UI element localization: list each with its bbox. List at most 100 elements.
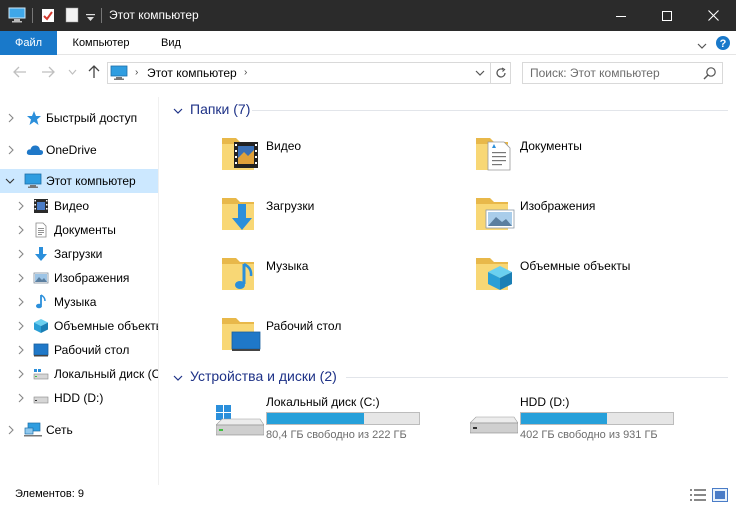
chevron-down-icon[interactable]: [173, 104, 183, 118]
drive-name: HDD (D:): [520, 395, 570, 409]
folder-item-pictures[interactable]: Изображения: [474, 190, 714, 246]
maximize-button[interactable]: [644, 0, 690, 31]
refresh-button[interactable]: [491, 62, 511, 84]
group-header-folders[interactable]: Папки (7): [168, 100, 728, 120]
close-button[interactable]: [690, 0, 736, 31]
chevron-right-icon[interactable]: [6, 424, 16, 436]
chevron-right-icon[interactable]: [16, 200, 26, 212]
minimize-icon: [616, 15, 626, 17]
tab-view[interactable]: Вид: [152, 31, 190, 55]
sidebar-item-label: Музыка: [54, 295, 97, 309]
pictures-folder-icon: [474, 190, 522, 238]
cloud-icon: [26, 142, 44, 158]
star-icon: [26, 110, 42, 126]
hdd-icon: [469, 401, 519, 441]
back-arrow-icon: [13, 66, 26, 78]
folder-item-3d-objects[interactable]: Объемные объекты: [474, 250, 714, 306]
music-icon: [33, 294, 49, 310]
folder-item-desktop[interactable]: Рабочий стол: [220, 310, 460, 366]
sidebar-item-this-pc[interactable]: Этот компьютер: [0, 169, 158, 193]
window-title: Этот компьютер: [109, 8, 199, 22]
address-dropdown-icon[interactable]: [475, 67, 485, 81]
address-bar[interactable]: › Этот компьютер ›: [107, 62, 491, 84]
chevron-right-icon[interactable]: ›: [135, 67, 138, 78]
sidebar-item-label: Этот компьютер: [46, 174, 136, 188]
chevron-right-icon[interactable]: [16, 344, 26, 356]
chevron-right-icon[interactable]: [16, 272, 26, 284]
network-icon: [24, 422, 42, 438]
chevron-down-icon[interactable]: [173, 371, 183, 385]
forward-arrow-icon: [42, 66, 55, 78]
search-box[interactable]: [522, 62, 723, 84]
sidebar-item-downloads[interactable]: Загрузки: [0, 242, 158, 266]
customize-toolbar-icon[interactable]: [86, 11, 95, 25]
drive-icon: [33, 366, 49, 382]
sidebar-item-network[interactable]: Сеть: [0, 418, 158, 442]
drive-free-space: 80,4 ГБ свободно из 222 ГБ: [266, 429, 407, 441]
sidebar-item-label: Объемные объекты: [54, 319, 159, 333]
drive-item-d[interactable]: HDD (D:) 402 ГБ свободно из 931 ГБ: [469, 395, 710, 443]
drive-usage-bar: [266, 412, 420, 425]
details-view-icon[interactable]: [690, 489, 706, 504]
folder-item-video[interactable]: Видео: [220, 130, 460, 186]
sidebar-item-pictures[interactable]: Изображения: [0, 266, 158, 290]
drive-item-c[interactable]: Локальный диск (C:) 80,4 ГБ свободно из …: [215, 395, 456, 443]
up-arrow-icon: [88, 65, 100, 78]
sidebar-item-documents[interactable]: Документы: [0, 218, 158, 242]
search-input[interactable]: [523, 63, 698, 83]
new-folder-icon[interactable]: [65, 7, 79, 26]
3d-objects-folder-icon: [474, 250, 522, 298]
sidebar-item-music[interactable]: Музыка: [0, 290, 158, 314]
chevron-right-icon[interactable]: [6, 144, 16, 156]
sidebar-item-quick-access[interactable]: Быстрый доступ: [0, 106, 158, 130]
chevron-right-icon[interactable]: [16, 296, 26, 308]
sidebar-item-onedrive[interactable]: OneDrive: [0, 138, 158, 162]
desktop-icon: [33, 342, 49, 358]
back-button[interactable]: [12, 64, 28, 80]
item-count: Элементов: 9: [15, 488, 84, 500]
group-header-drives[interactable]: Устройства и диски (2): [168, 367, 728, 387]
folder-item-documents[interactable]: Документы: [474, 130, 714, 186]
large-icons-view-icon[interactable]: [712, 488, 728, 505]
tab-computer[interactable]: Компьютер: [64, 31, 138, 55]
chevron-right-icon[interactable]: [16, 392, 26, 404]
sidebar-item-desktop[interactable]: Рабочий стол: [0, 338, 158, 362]
tab-file[interactable]: Файл: [0, 31, 57, 55]
content-pane: Папки (7) Видео Документы Загрузки Изобр…: [160, 97, 736, 485]
sidebar-item-label: Быстрый доступ: [46, 111, 138, 125]
chevron-right-icon[interactable]: [16, 320, 26, 332]
expand-ribbon-icon[interactable]: [697, 39, 707, 53]
status-bar: Элементов: 9: [0, 485, 736, 507]
chevron-right-icon[interactable]: ›: [244, 67, 247, 78]
chevron-right-icon[interactable]: [16, 368, 26, 380]
sidebar-item-label: Документы: [54, 223, 116, 237]
breadcrumb[interactable]: Этот компьютер: [147, 66, 237, 80]
folder-name: Изображения: [520, 199, 596, 213]
close-icon: [707, 10, 719, 21]
svg-text:?: ?: [720, 38, 727, 50]
search-icon[interactable]: [703, 66, 717, 83]
folder-item-music[interactable]: Музыка: [220, 250, 460, 306]
group-title: Папки (7): [190, 101, 251, 117]
maximize-icon: [662, 10, 672, 21]
sidebar-item-hdd-d[interactable]: HDD (D:): [0, 386, 158, 410]
forward-button[interactable]: [40, 64, 56, 80]
chevron-right-icon[interactable]: [6, 112, 16, 124]
chevron-down-icon[interactable]: [5, 175, 15, 187]
computer-icon[interactable]: [8, 7, 26, 26]
sidebar-item-video[interactable]: Видео: [0, 194, 158, 218]
up-button[interactable]: [86, 64, 102, 80]
chevron-down-icon: [68, 69, 76, 75]
sidebar-item-label: Загрузки: [54, 247, 103, 261]
help-icon[interactable]: ?: [715, 35, 731, 54]
properties-icon[interactable]: [41, 7, 55, 26]
sidebar-item-local-disk-c[interactable]: Локальный диск (C:): [0, 362, 158, 386]
group-divider: [346, 377, 728, 378]
chevron-right-icon[interactable]: [16, 248, 26, 260]
sidebar-item-3d-objects[interactable]: Объемные объекты: [0, 314, 159, 338]
recent-locations-button[interactable]: [64, 64, 80, 80]
chevron-right-icon[interactable]: [16, 224, 26, 236]
computer-icon: [110, 65, 128, 84]
minimize-button[interactable]: [598, 0, 644, 31]
folder-item-downloads[interactable]: Загрузки: [220, 190, 460, 246]
